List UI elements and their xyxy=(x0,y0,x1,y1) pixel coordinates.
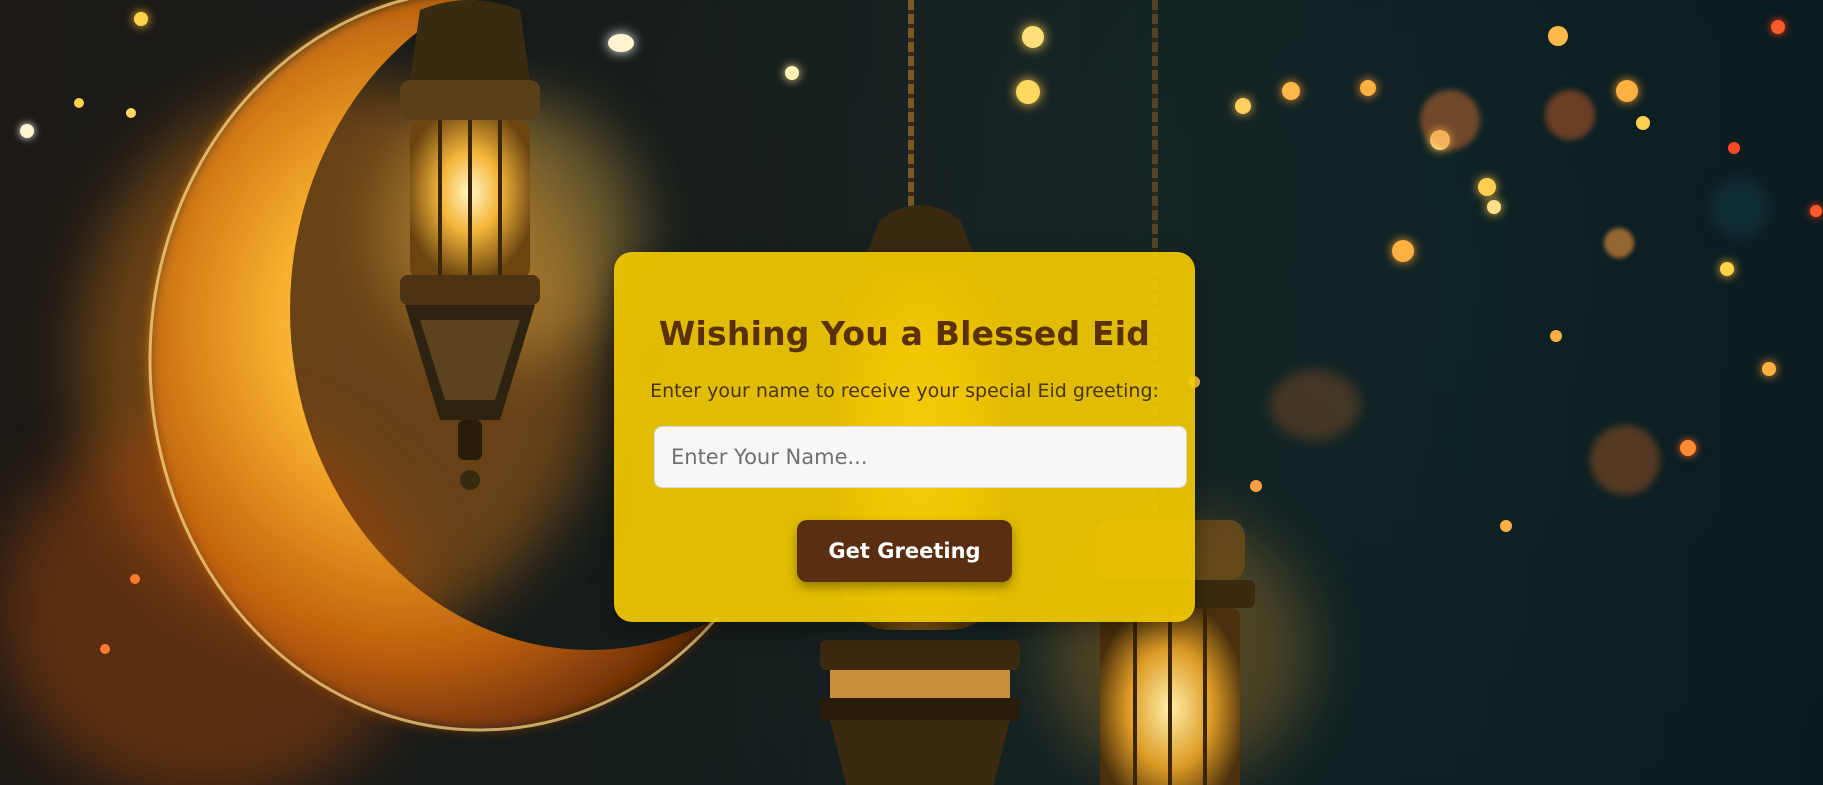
bokeh-light xyxy=(608,34,634,52)
name-input[interactable] xyxy=(654,426,1187,488)
warm-glow xyxy=(0,420,420,785)
bokeh-light xyxy=(1500,520,1512,532)
bokeh-light xyxy=(1636,116,1650,130)
bokeh-light xyxy=(1430,130,1450,150)
bokeh-light xyxy=(100,644,110,654)
bokeh-light xyxy=(130,574,140,584)
lantern-icon xyxy=(400,0,540,490)
bokeh-light xyxy=(1771,20,1785,34)
bokeh-light xyxy=(1545,90,1595,140)
bokeh-light xyxy=(1604,228,1634,258)
bokeh-light xyxy=(1478,178,1496,196)
bokeh-light xyxy=(126,108,136,118)
get-greeting-button[interactable]: Get Greeting xyxy=(797,520,1012,582)
warm-glow xyxy=(380,100,640,360)
bokeh-light xyxy=(1550,330,1562,342)
bokeh-light xyxy=(1487,200,1501,214)
bokeh-light xyxy=(1250,480,1262,492)
bokeh-light xyxy=(1392,240,1414,262)
bokeh-light xyxy=(1762,362,1776,376)
bokeh-light xyxy=(134,12,148,26)
instruction-text: Enter your name to receive your special … xyxy=(650,380,1159,402)
warm-glow xyxy=(80,80,600,640)
page-title: Wishing You a Blessed Eid xyxy=(658,314,1151,353)
bokeh-light xyxy=(1022,26,1044,48)
bokeh-light xyxy=(1360,80,1376,96)
bokeh-light xyxy=(1270,370,1360,440)
bokeh-light xyxy=(1616,80,1638,102)
bokeh-light xyxy=(1710,178,1770,238)
bokeh-light xyxy=(1590,425,1660,495)
lantern-chain xyxy=(908,0,914,240)
bokeh-light xyxy=(1680,440,1696,456)
bokeh-light xyxy=(1728,142,1740,154)
bokeh-light xyxy=(1810,205,1822,217)
lantern-chain xyxy=(470,0,476,20)
greeting-card: Wishing You a Blessed Eid Enter your nam… xyxy=(614,252,1195,622)
bokeh-light xyxy=(20,124,34,138)
bokeh-light xyxy=(74,98,84,108)
bokeh-light xyxy=(1282,82,1300,100)
bokeh-light xyxy=(1016,80,1040,104)
bokeh-light xyxy=(1720,262,1734,276)
bokeh-light xyxy=(1235,98,1251,114)
bokeh-light xyxy=(1548,26,1568,46)
bokeh-light xyxy=(1420,90,1480,150)
bokeh-light xyxy=(785,66,799,80)
